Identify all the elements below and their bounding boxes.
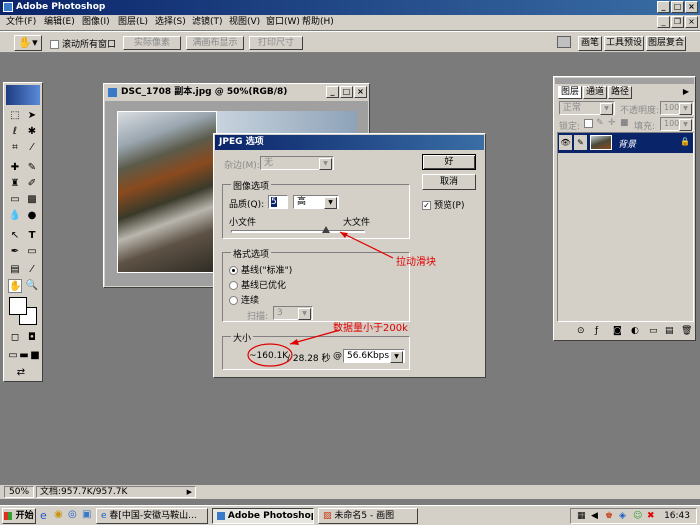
layer-style-icon[interactable]: ƒ xyxy=(595,326,598,336)
layer-name: 背景 xyxy=(618,140,637,150)
layers-bottom-bar: ⊙ ƒ ◙ ◐ ▭ ▤ 🗑 xyxy=(557,325,694,339)
slider-annotation-note: 拉动滑块 xyxy=(396,257,436,268)
layer-mask-icon[interactable]: ◙ xyxy=(613,326,622,336)
taskbar-paint-label: 未命名5 - 画图 xyxy=(334,511,395,521)
zoom-value: 50% xyxy=(9,487,30,497)
tray-messenger-icon[interactable]: ☺ xyxy=(633,511,642,521)
taskbar-item-browser[interactable]: e 春[中国-安徽马鞍山... xyxy=(96,508,208,524)
lock-position-icon[interactable]: ✛ xyxy=(608,118,616,128)
quicklaunch-desktop-icon[interactable]: ◎ xyxy=(68,509,77,520)
tray-clock: 16:43 xyxy=(664,511,690,521)
taskbar-item-photoshop[interactable]: Adobe Photoshop xyxy=(212,508,314,524)
tab-layers[interactable]: 图层 xyxy=(558,86,582,99)
new-fill-layer-icon[interactable]: ◐ xyxy=(631,326,639,336)
doc-info-field: 文档:957.7K/957.7K ▶ xyxy=(36,486,196,498)
taskbar: 开始 e ◉ ◎ ▣ e 春[中国-安徽马鞍山... Adobe Photosh… xyxy=(0,505,700,525)
layer-visibility-eye-icon[interactable]: 👁 xyxy=(559,135,572,150)
doc-info-value: 文档:957.7K/957.7K xyxy=(40,487,128,497)
layer-brush-icon: ✎ xyxy=(574,135,587,150)
taskbar-photoshop-label: Adobe Photoshop xyxy=(227,511,314,521)
size-annotation-arrowhead xyxy=(290,339,299,345)
quicklaunch-media-icon[interactable]: ▣ xyxy=(82,509,91,520)
fill-input[interactable]: 100% xyxy=(660,117,694,131)
slider-annotation-arrowhead xyxy=(340,232,348,238)
windows-logo-icon xyxy=(4,511,13,520)
layer-lock-icon: 🔒 xyxy=(680,137,690,146)
layer-row-background[interactable]: 👁 ✎ 背景 🔒 xyxy=(558,133,693,153)
quicklaunch-ie-icon[interactable]: e xyxy=(40,509,47,522)
start-label: 开始 xyxy=(15,511,34,521)
size-highlight-ellipse xyxy=(247,343,293,367)
taskbar-browser-label: 春[中国-安徽马鞍山... xyxy=(109,511,197,521)
doc-info-menu-icon[interactable]: ▶ xyxy=(187,487,192,497)
taskbar-browser-icon: e xyxy=(101,511,107,521)
size-annotation-note: 数据量小于200k xyxy=(333,323,408,334)
lock-label: 锁定: xyxy=(559,122,581,132)
tray-antivirus-icon[interactable]: ◈ xyxy=(619,511,626,521)
status-bar: 50% 文档:957.7K/957.7K ▶ xyxy=(0,485,700,499)
lock-all-icon[interactable]: ■ xyxy=(620,118,629,128)
tab-paths[interactable]: 路径 xyxy=(608,86,632,99)
opacity-input[interactable]: 100% xyxy=(660,101,694,115)
tray-volume-icon[interactable]: ◀ xyxy=(591,511,598,521)
lock-image-icon[interactable]: ✎ xyxy=(596,118,604,128)
tab-channels[interactable]: 通道 xyxy=(583,86,607,99)
layers-panel-menu-icon[interactable]: ▶ xyxy=(681,87,691,97)
system-tray: ▦ ◀ ♚ ◈ ☺ ✖ 16:43 xyxy=(570,508,697,524)
tray-security-icon[interactable]: ♚ xyxy=(605,511,613,521)
taskbar-photoshop-icon xyxy=(217,511,225,520)
new-layer-icon[interactable]: ▤ xyxy=(665,326,674,336)
blend-mode-value: 正常 xyxy=(563,103,582,113)
fill-value: 100% xyxy=(664,119,687,128)
tray-alert-icon[interactable]: ✖ xyxy=(647,511,655,521)
layers-panel-header xyxy=(555,78,694,84)
taskbar-item-paint[interactable]: ▨ 未命名5 - 画图 xyxy=(318,508,418,524)
start-button[interactable]: 开始 xyxy=(2,508,36,524)
layers-list: 👁 ✎ 背景 🔒 xyxy=(557,132,694,322)
blend-mode-select[interactable]: 正常 xyxy=(559,101,615,115)
lock-transparency-icon[interactable] xyxy=(584,119,593,128)
zoom-field[interactable]: 50% xyxy=(4,486,34,498)
new-group-icon[interactable]: ▭ xyxy=(649,326,658,336)
delete-layer-icon[interactable]: 🗑 xyxy=(681,326,692,336)
opacity-value: 100% xyxy=(664,103,687,112)
tray-network-icon[interactable]: ▦ xyxy=(577,511,586,521)
taskbar-paint-icon: ▨ xyxy=(323,511,332,521)
layers-panel: 图层 通道 路径 ▶ 正常 不透明度: 100% 锁定: ✎ ✛ ■ 填充: 1… xyxy=(553,76,696,341)
quicklaunch-outlook-icon[interactable]: ◉ xyxy=(54,509,63,520)
fill-label: 填充: xyxy=(634,122,656,132)
opacity-label: 不透明度: xyxy=(620,106,660,116)
foreground-color-swatch[interactable] xyxy=(9,297,27,315)
slider-annotation-arrow xyxy=(339,231,394,259)
link-layers-icon[interactable]: ⊙ xyxy=(577,326,585,336)
layer-thumbnail xyxy=(590,135,612,150)
